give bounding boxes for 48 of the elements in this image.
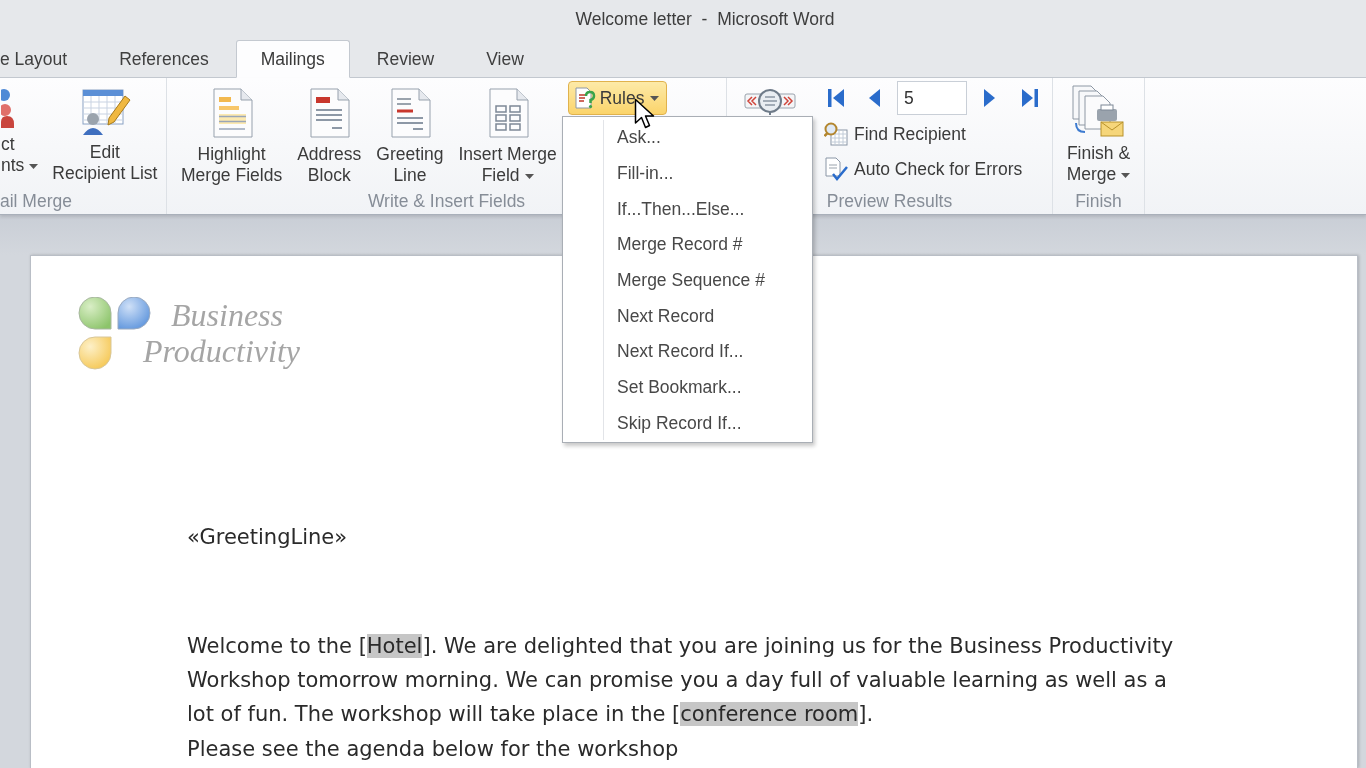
ribbon-tab[interactable]: Mailings: [235, 40, 350, 78]
preview-results-button[interactable]: [743, 87, 797, 117]
menu-item[interactable]: If...Then...Else...: [609, 191, 808, 228]
page-check-icon: [824, 157, 848, 181]
menu-item[interactable]: Set Bookmark...: [609, 369, 808, 406]
highlighted-page-icon: [210, 88, 253, 138]
last-record-icon: [1022, 88, 1038, 108]
window-title: Welcome letter - Microsoft Word: [574, 8, 835, 30]
record-number-field[interactable]: 5: [897, 81, 967, 115]
highlight-merge-fields-button[interactable]: Highlight Merge Fields: [176, 78, 288, 187]
menu-item[interactable]: Next Record If...: [609, 334, 808, 370]
group-label: Finish: [1075, 189, 1122, 212]
group-label: Preview Results: [826, 189, 953, 212]
auto-check-button[interactable]: Auto Check for Errors: [821, 152, 1026, 186]
body-paragraph: Please see the agenda below for the workshop: [187, 736, 680, 763]
next-icon: [984, 88, 996, 108]
address-block-button[interactable]: Address Block: [292, 78, 367, 187]
body-paragraph: Welcome to the [Hotel]. We are delighted that you are joining us for the Business Productivity Workshop tomorrow morning. We can promise you a day full of valuable learning as well as a lot of fun. The workshop will take place in the [conference room].: [187, 633, 1175, 728]
menu-item[interactable]: Skip Record If...: [609, 405, 808, 442]
merge-field: «GreetingLine»: [187, 523, 348, 551]
menu-item[interactable]: Merge Sequence #: [609, 262, 808, 299]
edit-recipient-list-button[interactable]: Edit Recipient List: [47, 78, 163, 185]
menu-item[interactable]: Fill-in...: [609, 155, 808, 192]
previous-icon: [868, 88, 880, 108]
finish-merge-button[interactable]: Finish & Merge: [1061, 78, 1136, 186]
ribbon-tab[interactable]: View: [461, 40, 549, 78]
ribbon-tab[interactable]: Review: [351, 40, 460, 78]
page-question-icon: [573, 87, 596, 109]
letter-page-icon: [388, 88, 431, 138]
first-record-icon: [828, 88, 844, 108]
select-recipients-button[interactable]: ct nts: [0, 78, 40, 177]
group-label: ail Merge: [0, 189, 72, 212]
find-recipient-button[interactable]: Find Recipient: [821, 118, 969, 150]
logo-text: Business: [171, 297, 283, 333]
menu-item[interactable]: Next Record: [609, 298, 808, 335]
menu-item[interactable]: Ask...: [609, 120, 808, 156]
logo-text: Productivity: [143, 333, 300, 369]
grid-page-icon: [486, 88, 529, 138]
pages-envelope-icon: [1071, 85, 1126, 137]
ribbon-tab[interactable]: e Layout: [0, 40, 93, 78]
menu-item[interactable]: Merge Record #: [609, 227, 808, 263]
address-page-icon: [308, 88, 351, 138]
magnifier-grid-icon: [824, 122, 848, 146]
greeting-line-button[interactable]: Greeting Line: [371, 78, 449, 187]
group-label: Write & Insert Fields: [367, 189, 526, 212]
people-icon: [1, 88, 14, 128]
ribbon-tab[interactable]: References: [94, 40, 234, 78]
insert-merge-field-button[interactable]: Insert Merge Field: [453, 78, 562, 187]
